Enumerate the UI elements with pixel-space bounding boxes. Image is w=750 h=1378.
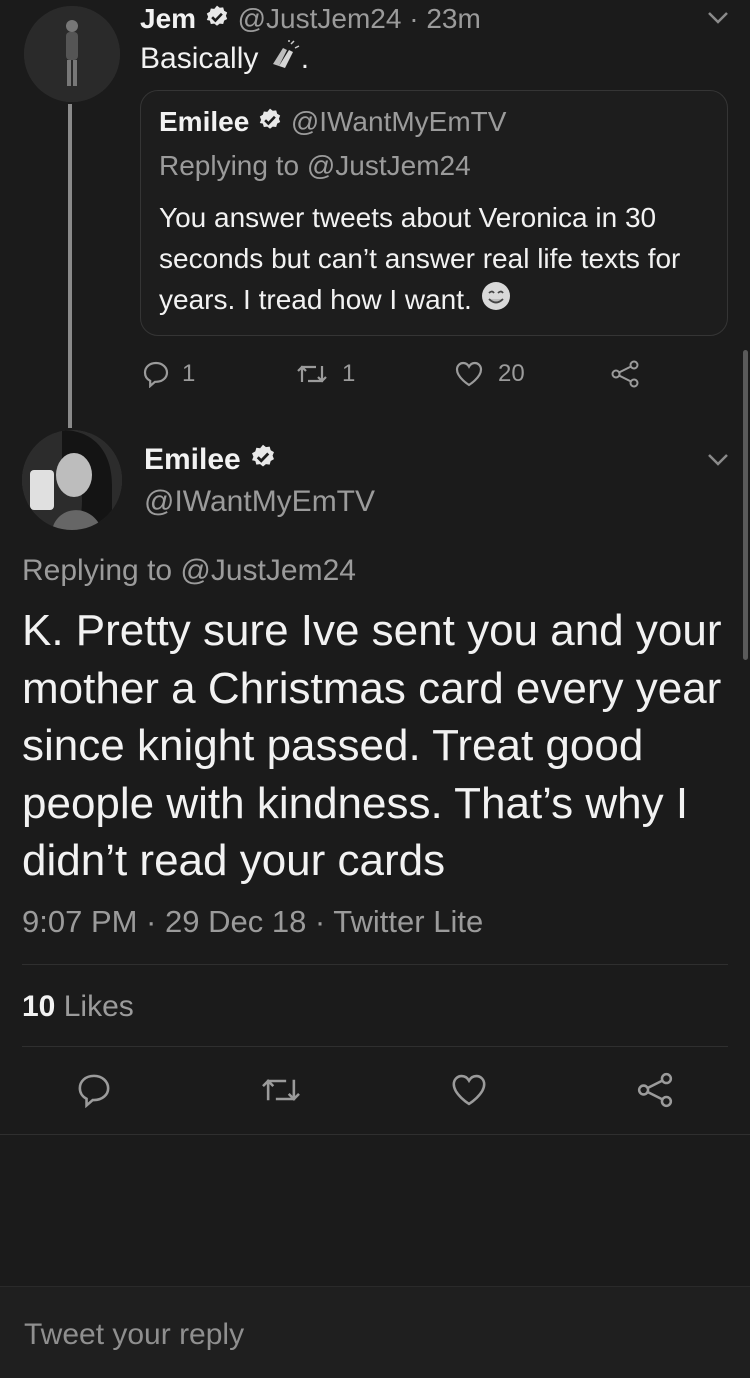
verified-badge-icon — [257, 107, 283, 141]
heart-icon — [454, 360, 484, 388]
likes-label: Likes — [63, 990, 134, 1023]
like-button[interactable] — [450, 1072, 488, 1108]
author-handle[interactable]: @IWantMyEmTV — [144, 484, 375, 520]
quoted-tweet-header: Emilee @IWantMyEmTV — [159, 105, 506, 141]
replying-to[interactable]: Replying to @JustJem24 — [22, 552, 356, 590]
share-button[interactable] — [610, 360, 640, 388]
likes-count: 10 — [22, 990, 56, 1023]
reply-composer — [0, 1286, 750, 1378]
thread-line — [68, 104, 72, 428]
scrollbar-thumb[interactable] — [743, 350, 748, 660]
retweet-count: 1 — [342, 360, 356, 387]
tweet-text-suffix: . — [300, 42, 310, 75]
main-tweet-header: Emilee — [144, 442, 277, 480]
chevron-down-icon[interactable] — [706, 452, 730, 473]
avatar-emilee[interactable] — [22, 430, 122, 530]
tweet-meta: 9:07 PM · 29 Dec 18 · Twitter Lite — [22, 904, 484, 939]
like-button[interactable]: 20 — [454, 360, 525, 388]
clapping-hands-emoji — [267, 40, 301, 80]
quoted-author-handle: @IWantMyEmTV — [290, 106, 507, 137]
reply-button[interactable] — [76, 1072, 112, 1108]
divider — [0, 1134, 750, 1135]
avatar-emilee-image — [22, 430, 122, 530]
tweet-time: · 23m — [409, 3, 481, 34]
verified-badge-icon — [204, 4, 230, 38]
verified-badge-icon — [249, 443, 277, 480]
retweet-button[interactable] — [260, 1072, 302, 1108]
author-name[interactable]: Emilee — [144, 443, 241, 476]
divider — [22, 1046, 728, 1047]
tweet-text: Basically — [140, 42, 259, 75]
quoted-author-name: Emilee — [159, 106, 250, 137]
quoted-replying-to: Replying to @JustJem24 — [159, 150, 471, 181]
reply-input[interactable] — [22, 1309, 726, 1361]
share-button[interactable] — [636, 1072, 674, 1108]
reply-count: 1 — [182, 360, 196, 387]
quoted-tweet-text: You answer tweets about Veronica in 30 s… — [159, 197, 707, 323]
heart-icon — [450, 1072, 488, 1108]
quoted-text: You answer tweets about Veronica in 30 s… — [159, 202, 681, 315]
like-count: 20 — [498, 360, 525, 387]
retweet-button[interactable]: 1 — [296, 360, 355, 388]
parent-tweet-text: Basically . — [140, 40, 309, 80]
author-handle[interactable]: @JustJem24 — [238, 3, 402, 34]
parent-tweet-header: Jem @JustJem24 · 23m — [140, 2, 481, 38]
reply-button[interactable]: 1 — [142, 360, 195, 388]
share-icon — [636, 1072, 674, 1108]
author-name[interactable]: Jem — [140, 3, 196, 34]
avatar-jem[interactable] — [24, 6, 120, 102]
reply-icon — [142, 360, 170, 388]
chevron-down-icon[interactable] — [706, 10, 730, 31]
main-tweet-text: K. Pretty sure Ive sent you and your mot… — [22, 606, 722, 885]
smiling-face-emoji — [480, 280, 512, 323]
likes-summary[interactable]: 10 Likes — [22, 988, 134, 1026]
share-icon — [610, 360, 640, 388]
retweet-icon — [296, 360, 328, 388]
reply-icon — [76, 1072, 112, 1108]
retweet-icon — [260, 1072, 302, 1108]
quoted-tweet-card[interactable]: Emilee @IWantMyEmTV Replying to @JustJem… — [140, 90, 728, 336]
divider — [22, 964, 728, 965]
avatar-jem-image — [24, 6, 120, 102]
